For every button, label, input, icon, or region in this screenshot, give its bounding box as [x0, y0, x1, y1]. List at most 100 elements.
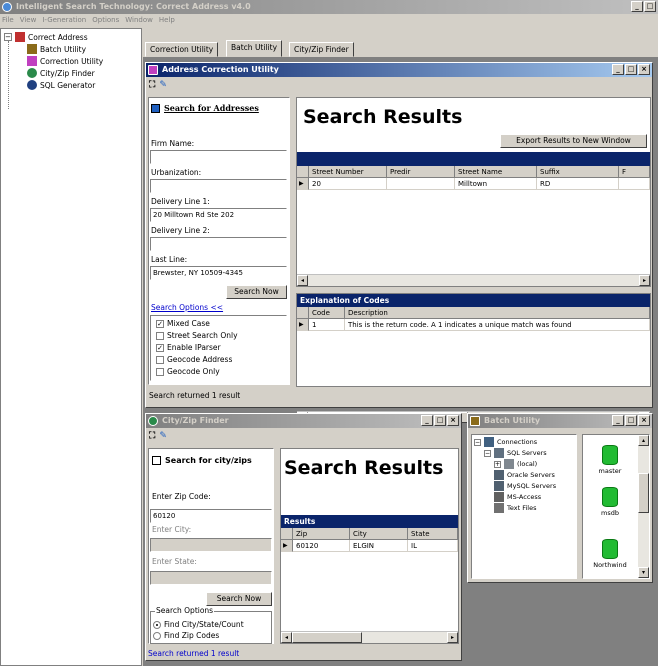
scroll-left-icon[interactable]: ◂: [297, 275, 308, 286]
close-button[interactable]: ×: [638, 64, 650, 75]
option-street-search-only[interactable]: Street Search Only: [156, 331, 238, 340]
option-enable-iparser[interactable]: ✓ Enable IParser: [156, 343, 221, 352]
search-options-link[interactable]: Search Options <<: [151, 303, 223, 312]
state-input[interactable]: [150, 571, 272, 585]
minimize-button[interactable]: _: [612, 64, 624, 75]
scroll-right-icon[interactable]: ▸: [639, 275, 650, 286]
close-button[interactable]: ×: [638, 415, 650, 426]
database-item-msdb[interactable]: msdb: [587, 487, 633, 517]
close-button[interactable]: ×: [447, 415, 459, 426]
table-row[interactable]: ▶ 1 This is the return code. A 1 indicat…: [297, 319, 650, 331]
radio-find-city-state[interactable]: Find City/State/Count: [153, 620, 244, 629]
tree-text-files[interactable]: Text Files: [494, 503, 536, 513]
results-horizontal-scrollbar[interactable]: ◂ ▸: [297, 274, 650, 286]
delivery-line-1-input[interactable]: 20 Milltown Rd Ste 202: [150, 208, 287, 222]
restore-button[interactable]: □: [625, 64, 637, 75]
scroll-down-icon[interactable]: ▾: [638, 567, 649, 578]
radio-selected-icon[interactable]: [153, 621, 161, 629]
firm-name-input[interactable]: [150, 150, 287, 164]
tree-local[interactable]: + (local): [494, 459, 537, 469]
wand-icon[interactable]: ✎: [159, 80, 167, 90]
tree-sql-servers[interactable]: − SQL Servers: [484, 448, 547, 458]
restore-button[interactable]: □: [625, 415, 637, 426]
minimize-button[interactable]: _: [631, 1, 643, 12]
maximize-button[interactable]: □: [644, 1, 656, 12]
address-toolbar: ⛶ ✎: [146, 77, 652, 93]
minimize-button[interactable]: _: [421, 415, 433, 426]
scroll-right-icon[interactable]: ▸: [447, 632, 458, 643]
scroll-thumb[interactable]: [638, 473, 649, 513]
menu-file[interactable]: File: [2, 14, 14, 27]
menu-options[interactable]: Options: [92, 14, 119, 27]
column-header[interactable]: F: [619, 166, 650, 178]
cityzip-search-now-button[interactable]: Search Now: [206, 592, 272, 606]
menu-window[interactable]: Window: [125, 14, 153, 27]
row-selector-arrow-icon[interactable]: ▶: [297, 319, 309, 331]
last-line-input[interactable]: Brewster, NY 10509-4345: [150, 266, 287, 280]
tab-city-zip-finder[interactable]: City/Zip Finder: [289, 42, 354, 57]
tree-item-batch-utility[interactable]: Batch Utility: [27, 44, 86, 54]
minimize-button[interactable]: _: [612, 415, 624, 426]
tree-item-city-zip-finder[interactable]: City/Zip Finder: [27, 68, 95, 78]
column-header[interactable]: Code: [309, 307, 345, 319]
option-geocode-only[interactable]: Geocode Only: [156, 367, 220, 376]
zip-code-input[interactable]: 60120: [150, 509, 272, 523]
scroll-up-icon[interactable]: ▴: [638, 435, 649, 446]
row-selector-header: [297, 166, 309, 178]
city-input[interactable]: [150, 538, 272, 552]
checkbox-icon[interactable]: [156, 368, 164, 376]
collapse-icon[interactable]: −: [474, 438, 481, 446]
delivery-line-2-input[interactable]: [150, 237, 287, 251]
tree-oracle-servers[interactable]: Oracle Servers: [494, 470, 555, 480]
column-header[interactable]: Street Number: [309, 166, 387, 178]
option-geocode-address[interactable]: Geocode Address: [156, 355, 232, 364]
databases-vertical-scrollbar[interactable]: ▴ ▾: [638, 435, 649, 578]
binoculars-icon[interactable]: ⛶: [149, 80, 155, 90]
export-results-button[interactable]: Export Results to New Window: [500, 134, 647, 148]
checkbox-icon[interactable]: [156, 356, 164, 364]
column-header[interactable]: City: [350, 528, 408, 540]
delivery-line-1-label: Delivery Line 1:: [151, 197, 210, 206]
cityzip-horizontal-scrollbar[interactable]: ◂ ▸: [281, 631, 458, 643]
tree-root[interactable]: − Correct Address: [4, 32, 88, 42]
checkbox-checked-icon[interactable]: ✓: [156, 320, 164, 328]
column-header[interactable]: Description: [345, 307, 650, 319]
tree-item-sql-generator[interactable]: SQL Generator: [27, 80, 95, 90]
column-header[interactable]: Predir: [387, 166, 455, 178]
column-header[interactable]: State: [408, 528, 458, 540]
collapse-icon[interactable]: −: [484, 449, 491, 457]
tree-item-correction-utility[interactable]: Correction Utility: [27, 56, 103, 66]
scroll-left-icon[interactable]: ◂: [281, 632, 292, 643]
radio-icon[interactable]: [153, 632, 161, 640]
tree-mysql-servers[interactable]: MySQL Servers: [494, 481, 556, 491]
tab-correction-utility[interactable]: Correction Utility: [145, 42, 219, 57]
wand-icon[interactable]: ✎: [159, 431, 167, 441]
tab-batch-utility[interactable]: Batch Utility: [226, 40, 283, 57]
table-row[interactable]: ▶ 60120 ELGIN IL: [281, 540, 458, 552]
scroll-thumb[interactable]: [292, 632, 362, 643]
menu-help[interactable]: Help: [159, 14, 175, 27]
tree-ms-access[interactable]: MS-Access: [494, 492, 541, 502]
row-selector-arrow-icon[interactable]: ▶: [297, 178, 309, 190]
database-item-northwind[interactable]: Northwind: [587, 539, 633, 569]
search-now-button[interactable]: Search Now: [226, 285, 287, 299]
checkbox-icon[interactable]: [156, 332, 164, 340]
database-item-master[interactable]: master: [587, 445, 633, 475]
menu-view[interactable]: View: [20, 14, 37, 27]
table-row[interactable]: ▶ 20 Milltown RD: [297, 178, 650, 190]
column-header[interactable]: Street Name: [455, 166, 537, 178]
menu-igeneration[interactable]: I-Generation: [42, 14, 86, 27]
checkbox-checked-icon[interactable]: ✓: [156, 344, 164, 352]
binoculars-icon[interactable]: ⛶: [149, 431, 155, 441]
option-mixed-case[interactable]: ✓ Mixed Case: [156, 319, 210, 328]
column-header[interactable]: Suffix: [537, 166, 619, 178]
tree-connections[interactable]: − Connections: [474, 437, 537, 447]
radio-find-zip-codes[interactable]: Find Zip Codes: [153, 631, 219, 640]
row-selector-arrow-icon[interactable]: ▶: [281, 540, 293, 552]
collapse-icon[interactable]: −: [4, 33, 12, 41]
restore-button[interactable]: □: [434, 415, 446, 426]
expand-icon[interactable]: +: [494, 460, 501, 468]
urbanization-input[interactable]: [150, 179, 287, 193]
city-label: Enter City:: [152, 525, 192, 534]
column-header[interactable]: Zip: [293, 528, 350, 540]
